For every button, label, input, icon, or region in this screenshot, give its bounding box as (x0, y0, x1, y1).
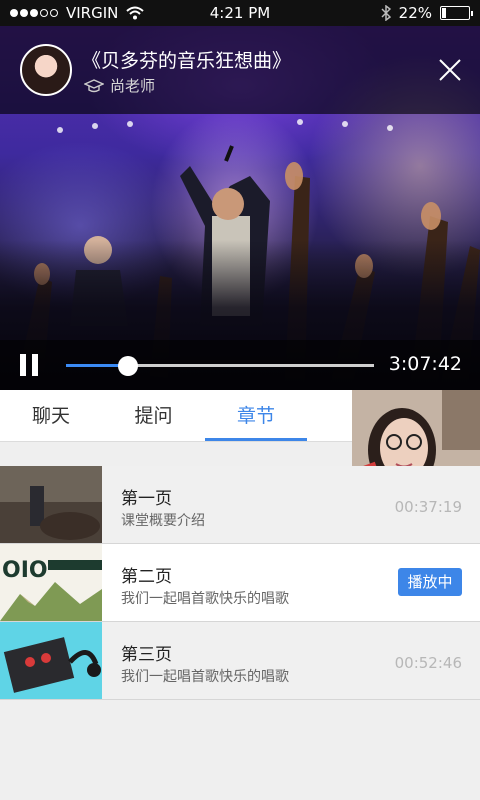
battery-level (442, 8, 447, 18)
chapter-title: 第二页 (121, 567, 172, 587)
progress-thumb[interactable] (117, 356, 138, 376)
tab-chapters[interactable]: 章节 (205, 390, 307, 442)
signal-dots-icon (10, 9, 58, 17)
teacher-avatar[interactable] (20, 44, 72, 96)
wifi-icon (126, 6, 145, 20)
pause-icon[interactable] (20, 354, 40, 376)
carrier-label: VIRGIN (66, 4, 119, 22)
svg-text:OIO: OIO (2, 558, 48, 583)
active-tab-indicator (205, 438, 307, 441)
video-player[interactable]: 《贝多芬的音乐狂想曲》 尚老师 3:07:42 (0, 26, 480, 390)
chapter-list: 第一页 课堂概要介绍 00:37:19 OIO 第二页 我们一起唱首歌快乐的唱歌… (0, 466, 480, 700)
status-left: VIRGIN (10, 4, 145, 22)
chapter-desc: 我们一起唱首歌快乐的唱歌 (121, 591, 289, 607)
video-title: 《贝多芬的音乐狂想曲》 (82, 50, 292, 72)
chapter-item[interactable]: OIO 第二页 我们一起唱首歌快乐的唱歌 播放中 (0, 544, 480, 622)
chapter-thumbnail (0, 622, 102, 699)
progress-slider[interactable] (66, 356, 374, 376)
teacher-info: 尚老师 (84, 75, 155, 96)
video-duration: 3:07:42 (388, 353, 462, 375)
chapter-item[interactable]: 第一页 课堂概要介绍 00:37:19 (0, 466, 480, 544)
chapter-desc: 课堂概要介绍 (121, 513, 205, 529)
tab-questions[interactable]: 提问 (102, 390, 205, 442)
chapter-item[interactable]: 第三页 我们一起唱首歌快乐的唱歌 00:52:46 (0, 622, 480, 700)
chapter-thumbnail (0, 466, 102, 543)
chapter-thumbnail: OIO (0, 544, 102, 621)
video-header: 《贝多芬的音乐狂想曲》 尚老师 (0, 26, 480, 114)
playback-controls: 3:07:42 (0, 340, 480, 390)
chapter-title: 第一页 (121, 489, 172, 509)
chapter-title: 第三页 (121, 645, 172, 665)
tab-chat[interactable]: 聊天 (0, 390, 102, 442)
chapter-duration: 00:37:19 (394, 498, 462, 516)
chapter-desc: 我们一起唱首歌快乐的唱歌 (121, 669, 289, 685)
now-playing-badge: 播放中 (398, 568, 462, 596)
status-bar: VIRGIN 4:21 PM 22% (0, 0, 480, 26)
teacher-name: 尚老师 (110, 77, 156, 95)
battery-percent: 22% (398, 4, 432, 22)
graduation-cap-icon (84, 78, 104, 92)
close-icon[interactable] (438, 58, 462, 82)
bluetooth-icon (381, 5, 391, 21)
status-right: 22% (381, 4, 473, 22)
battery-icon (440, 6, 473, 20)
chapter-duration: 00:52:46 (394, 654, 462, 672)
